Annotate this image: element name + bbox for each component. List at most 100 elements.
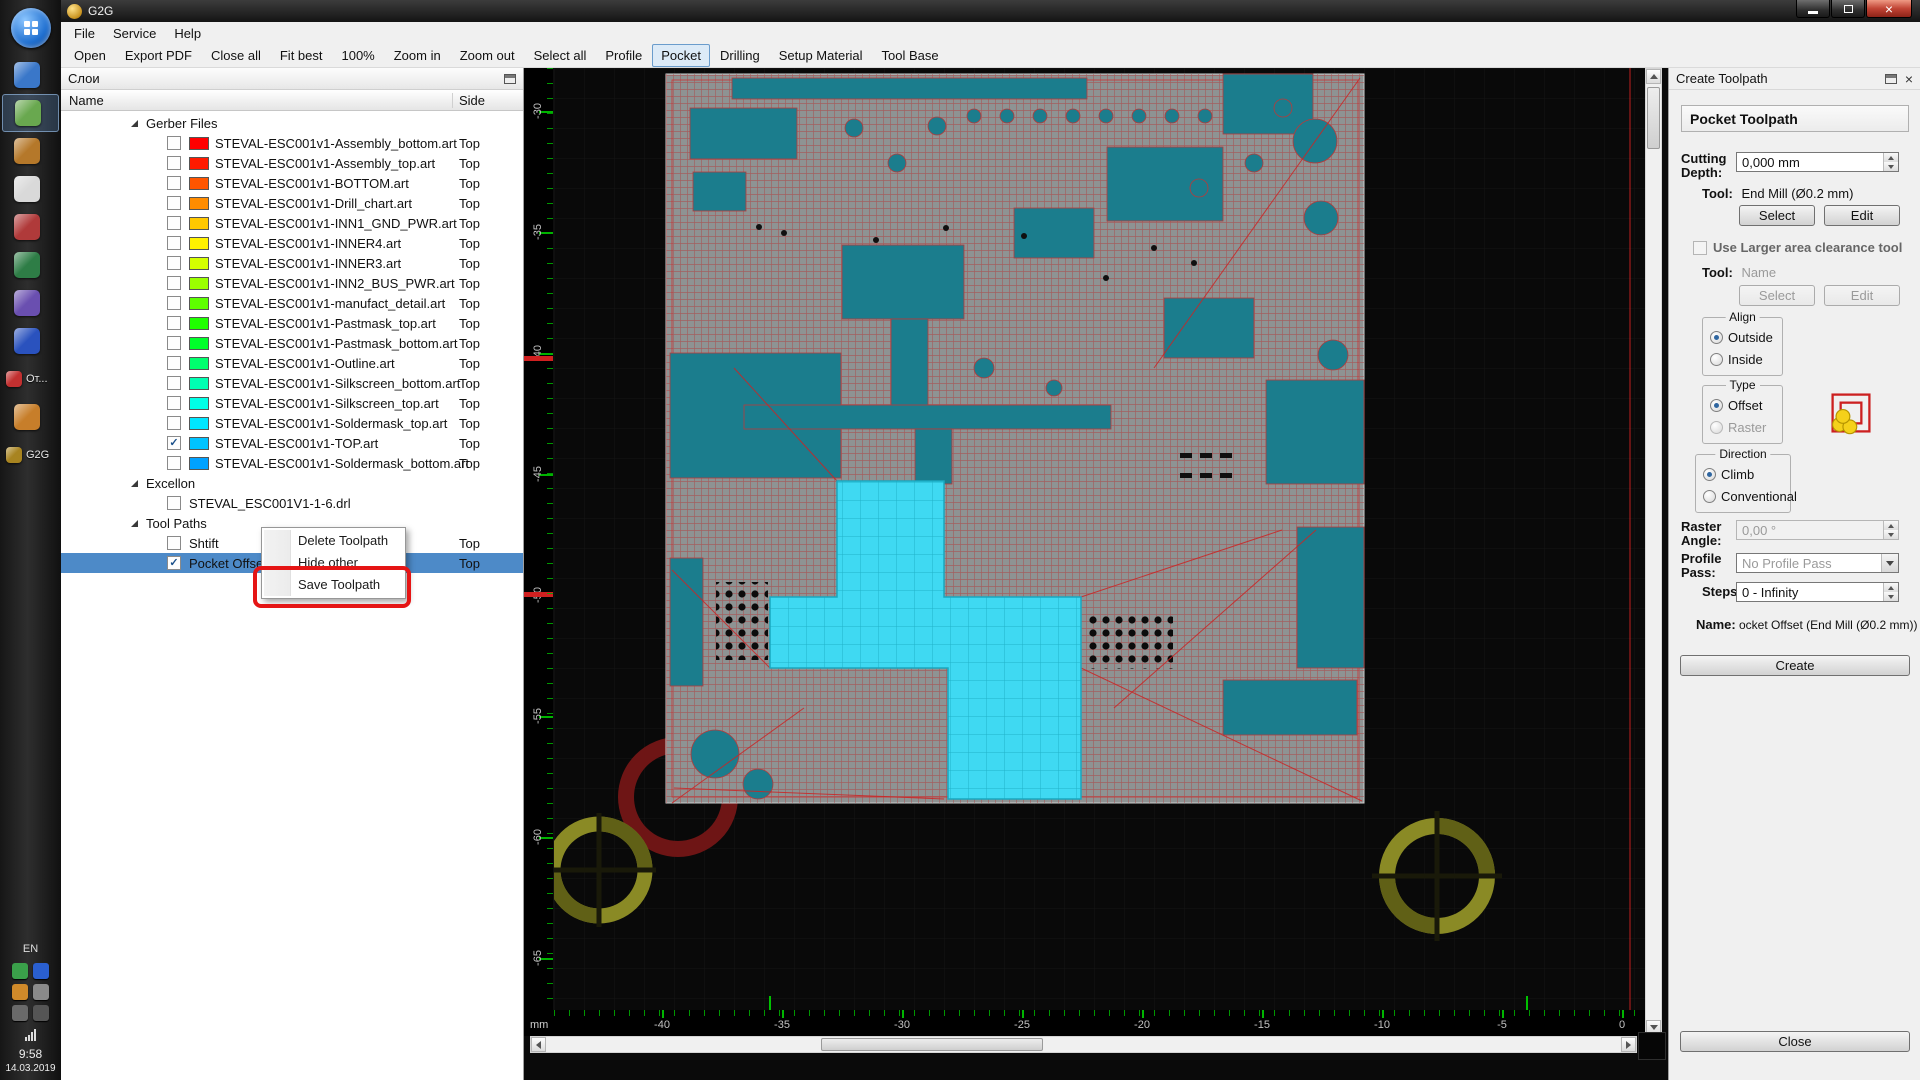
menu-file[interactable]: File bbox=[65, 24, 104, 43]
tray-device-icon[interactable] bbox=[33, 1005, 49, 1021]
toolbar-zoom-in[interactable]: Zoom in bbox=[385, 44, 450, 67]
radio-conventional[interactable]: Conventional bbox=[1703, 489, 1797, 504]
layer-visibility-checkbox[interactable] bbox=[167, 296, 181, 310]
layer-color-swatch[interactable] bbox=[189, 457, 209, 470]
layer-row-steval-esc001v1-inn2-bus-pwr-art[interactable]: STEVAL-ESC001v1-INN2_BUS_PWR.artTop bbox=[61, 273, 523, 293]
layer-visibility-checkbox[interactable]: ✓ bbox=[167, 556, 181, 570]
tray-volume-icon[interactable] bbox=[33, 984, 49, 1000]
taskbar-item-app-window[interactable] bbox=[0, 56, 61, 94]
tree-expand-icon[interactable] bbox=[131, 520, 138, 527]
spin-up-icon[interactable] bbox=[1884, 521, 1898, 530]
layer-row-steval-esc001v1-silkscreen-top-art[interactable]: STEVAL-ESC001v1-Silkscreen_top.artTop bbox=[61, 393, 523, 413]
layer-row-steval-esc001v1-1-6-drl[interactable]: STEVAL_ESC001V1-1-6.drl bbox=[61, 493, 523, 513]
window-close-button[interactable] bbox=[1866, 0, 1912, 18]
layer-visibility-checkbox[interactable] bbox=[167, 396, 181, 410]
layer-visibility-checkbox[interactable] bbox=[167, 316, 181, 330]
layer-row-steval-esc001v1-bottom-art[interactable]: STEVAL-ESC001v1-BOTTOM.artTop bbox=[61, 173, 523, 193]
dropdown-arrow-icon[interactable] bbox=[1881, 554, 1898, 572]
toolbar-profile[interactable]: Profile bbox=[596, 44, 651, 67]
layer-visibility-checkbox[interactable] bbox=[167, 216, 181, 230]
close-button[interactable]: Close bbox=[1680, 1031, 1910, 1052]
panel-close-icon[interactable] bbox=[1905, 71, 1913, 87]
clock-time[interactable]: 9:58 bbox=[0, 1047, 61, 1061]
toolbar-pocket[interactable]: Pocket bbox=[652, 44, 710, 67]
layer-color-swatch[interactable] bbox=[189, 377, 209, 390]
layer-color-swatch[interactable] bbox=[189, 357, 209, 370]
horizontal-scroll-thumb[interactable] bbox=[821, 1038, 1043, 1051]
spinner-buttons[interactable] bbox=[1883, 153, 1898, 171]
tree-expand-icon[interactable] bbox=[131, 480, 138, 487]
spin-up-icon[interactable] bbox=[1884, 583, 1898, 592]
toolbar-tool-base[interactable]: Tool Base bbox=[873, 44, 948, 67]
layer-color-swatch[interactable] bbox=[189, 157, 209, 170]
use-larger-tool-row[interactable]: Use Larger area clearance tool bbox=[1693, 240, 1902, 255]
layer-row-steval-esc001v1-outline-art[interactable]: STEVAL-ESC001v1-Outline.artTop bbox=[61, 353, 523, 373]
layer-visibility-checkbox[interactable] bbox=[167, 376, 181, 390]
layer-color-swatch[interactable] bbox=[189, 137, 209, 150]
taskbar-item-media-player[interactable] bbox=[0, 284, 61, 322]
steps-input[interactable]: 0 - Infinity bbox=[1736, 582, 1899, 602]
toolbar-drilling[interactable]: Drilling bbox=[711, 44, 769, 67]
layer-row-steval-esc001v1-manufact-detail-art[interactable]: STEVAL-ESC001v1-manufact_detail.artTop bbox=[61, 293, 523, 313]
tray-input-tool-icon[interactable] bbox=[33, 963, 49, 979]
panel-dock-icon[interactable] bbox=[504, 74, 516, 84]
taskbar-item-image-viewer[interactable] bbox=[0, 132, 61, 170]
layer-visibility-checkbox[interactable] bbox=[167, 276, 181, 290]
layer-color-swatch[interactable] bbox=[189, 177, 209, 190]
pcb-canvas[interactable] bbox=[554, 68, 1645, 1010]
spin-down-icon[interactable] bbox=[1884, 530, 1898, 539]
layer-visibility-checkbox[interactable] bbox=[167, 536, 181, 550]
layer-visibility-checkbox[interactable] bbox=[167, 196, 181, 210]
layer-row-steval-esc001v1-soldermask-top-art[interactable]: STEVAL-ESC001v1-Soldermask_top.artTop bbox=[61, 413, 523, 433]
tool-select-button[interactable]: Select bbox=[1739, 205, 1815, 226]
column-name[interactable]: Name bbox=[61, 93, 452, 108]
radio-offset[interactable]: Offset bbox=[1710, 398, 1762, 413]
create-button[interactable]: Create bbox=[1680, 655, 1910, 676]
taskbar-item-browser[interactable] bbox=[0, 322, 61, 360]
toolbar-zoom-out[interactable]: Zoom out bbox=[451, 44, 524, 67]
layer-color-swatch[interactable] bbox=[189, 197, 209, 210]
start-button[interactable] bbox=[11, 8, 51, 48]
minimize-button[interactable] bbox=[1796, 0, 1830, 18]
layer-color-swatch[interactable] bbox=[189, 257, 209, 270]
use-larger-tool-checkbox[interactable] bbox=[1693, 241, 1707, 255]
layer-row-steval-esc001v1-soldermask-bottom-art[interactable]: STEVAL-ESC001v1-Soldermask_bottom.artTop bbox=[61, 453, 523, 473]
spin-down-icon[interactable] bbox=[1884, 162, 1898, 171]
radio-inside[interactable]: Inside bbox=[1710, 352, 1763, 367]
scroll-left-button[interactable] bbox=[531, 1037, 546, 1052]
toolbar-100[interactable]: 100% bbox=[332, 44, 383, 67]
toolbar-select-all[interactable]: Select all bbox=[525, 44, 596, 67]
layer-row-steval-esc001v1-top-art[interactable]: ✓STEVAL-ESC001v1-TOP.artTop bbox=[61, 433, 523, 453]
toolbar-open[interactable]: Open bbox=[65, 44, 115, 67]
layer-row-steval-esc001v1-inn1-gnd-pwr-art[interactable]: STEVAL-ESC001v1-INN1_GND_PWR.artTop bbox=[61, 213, 523, 233]
taskbar-item-service-tool[interactable] bbox=[0, 208, 61, 246]
layer-color-swatch[interactable] bbox=[189, 237, 209, 250]
cutting-depth-input[interactable]: 0,000 mm bbox=[1736, 152, 1899, 172]
layer-row-steval-esc001v1-inner3-art[interactable]: STEVAL-ESC001v1-INNER3.artTop bbox=[61, 253, 523, 273]
taskbar-item-g2g-app[interactable]: G2G bbox=[0, 436, 61, 474]
layer-visibility-checkbox[interactable] bbox=[167, 176, 181, 190]
layer-row-steval-esc001v1-assembly-bottom-art[interactable]: STEVAL-ESC001v1-Assembly_bottom.artTop bbox=[61, 133, 523, 153]
tray-grid-icon[interactable] bbox=[12, 1005, 28, 1021]
pcb-viewport[interactable]: -30-35-40-45-50-55-60-65 mm -40-35-30-25… bbox=[524, 68, 1668, 1080]
clearance-select-button[interactable]: Select bbox=[1739, 285, 1815, 306]
layer-visibility-checkbox[interactable] bbox=[167, 496, 181, 510]
layer-color-swatch[interactable] bbox=[189, 437, 209, 450]
layer-color-swatch[interactable] bbox=[189, 277, 209, 290]
spin-up-icon[interactable] bbox=[1884, 153, 1898, 162]
spinner-buttons[interactable] bbox=[1883, 583, 1898, 601]
taskbar-item-graphics-app[interactable] bbox=[0, 398, 61, 436]
taskbar-item-spreadsheet[interactable] bbox=[0, 246, 61, 284]
network-signal-icon[interactable] bbox=[25, 1029, 36, 1041]
toolbar-export-pdf[interactable]: Export PDF bbox=[116, 44, 201, 67]
language-indicator[interactable]: EN bbox=[0, 943, 61, 955]
layer-color-swatch[interactable] bbox=[189, 337, 209, 350]
layer-visibility-checkbox[interactable] bbox=[167, 256, 181, 270]
layer-row-steval-esc001v1-drill-chart-art[interactable]: STEVAL-ESC001v1-Drill_chart.artTop bbox=[61, 193, 523, 213]
layer-group-excellon[interactable]: Excellon bbox=[61, 473, 523, 493]
radio-climb[interactable]: Climb bbox=[1703, 467, 1754, 482]
toolbar-setup-material[interactable]: Setup Material bbox=[770, 44, 872, 67]
layer-visibility-checkbox[interactable]: ✓ bbox=[167, 436, 181, 450]
layer-visibility-checkbox[interactable] bbox=[167, 136, 181, 150]
spin-down-icon[interactable] bbox=[1884, 592, 1898, 601]
